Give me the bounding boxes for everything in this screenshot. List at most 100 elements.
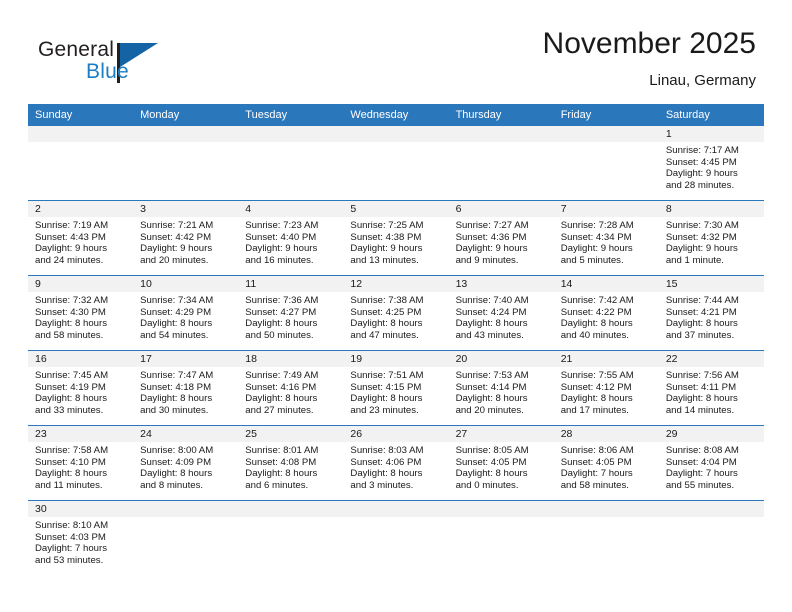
calendar-day-cell[interactable]: 2 Sunrise: 7:19 AM Sunset: 4:43 PM Daylight… — [28, 200, 134, 276]
sunset-time: Sunset: 4:30 PM — [35, 306, 106, 318]
day-cell-inner: 2 Sunrise: 7:19 AM Sunset: 4:43 PM Daylight… — [28, 201, 134, 276]
day-cell-inner: 4 Sunrise: 7:23 AM Sunset: 4:40 PM Daylight… — [238, 201, 344, 276]
calendar-day-cell[interactable]: 23 Sunrise: 7:58 AM Sunset: 4:10 PM Dayligh… — [28, 425, 134, 501]
general-blue-logo[interactable]: General Blue — [38, 38, 188, 90]
sunrise-time: Sunrise: 8:01 AM — [245, 445, 319, 456]
day-cell-inner — [133, 126, 239, 200]
daylight-duration-line1: Daylight: 8 hours — [35, 468, 107, 480]
day-cell-inner: 29 Sunrise: 8:08 AM Sunset: 4:04 PM Dayligh… — [658, 426, 764, 501]
day-cell-inner: 16 Sunrise: 7:45 AM Sunset: 4:19 PM Dayligh… — [28, 351, 134, 426]
sunset-time: Sunset: 4:22 PM — [560, 306, 632, 318]
calendar-day-cell[interactable]: 3 Sunrise: 7:21 AM Sunset: 4:42 PM Daylight… — [133, 200, 239, 276]
calendar-empty-cell — [238, 126, 344, 201]
calendar-day-cell[interactable]: 12 Sunrise: 7:38 AM Sunset: 4:25 PM Dayligh… — [343, 275, 449, 351]
sunset-time: Sunset: 4:08 PM — [245, 456, 317, 468]
daylight-duration-line1: Daylight: 8 hours — [665, 318, 738, 330]
sunrise-time: Sunrise: 7:53 AM — [455, 370, 529, 381]
calendar-day-cell[interactable]: 6 Sunrise: 7:27 AM Sunset: 4:36 PM Daylight… — [448, 200, 554, 276]
calendar-day-cell[interactable]: 15 Sunrise: 7:44 AM Sunset: 4:21 PM Dayligh… — [658, 275, 764, 351]
calendar-day-cell[interactable]: 9 Sunrise: 7:32 AM Sunset: 4:30 PM Daylight… — [28, 275, 134, 351]
page-title: November 2025 — [542, 27, 756, 60]
day-details: Sunrise: 7:21 AM Sunset: 4:42 PM Daylight:… — [133, 217, 238, 266]
sunset-time: Sunset: 4:16 PM — [245, 381, 317, 393]
sunset-time: Sunset: 4:38 PM — [350, 231, 422, 243]
calendar-day-cell[interactable]: 17 Sunrise: 7:47 AM Sunset: 4:18 PM Dayligh… — [133, 350, 239, 426]
day-number: 27 — [448, 426, 554, 442]
day-cell-inner: 5 Sunrise: 7:25 AM Sunset: 4:38 PM Daylight… — [343, 201, 449, 276]
day-details: Sunrise: 7:58 AM Sunset: 4:10 PM Daylight:… — [28, 442, 133, 491]
sunset-time: Sunset: 4:36 PM — [455, 231, 527, 243]
sunrise-time: Sunrise: 7:44 AM — [665, 295, 739, 306]
daylight-duration-line1: Daylight: 8 hours — [140, 318, 213, 330]
calendar-day-cell[interactable]: 20 Sunrise: 7:53 AM Sunset: 4:14 PM Dayligh… — [448, 350, 554, 426]
sunrise-time: Sunrise: 7:38 AM — [350, 295, 424, 306]
day-details: Sunrise: 8:05 AM Sunset: 4:05 PM Daylight:… — [449, 442, 554, 491]
calendar-day-cell[interactable]: 28 Sunrise: 8:06 AM Sunset: 4:05 PM Dayligh… — [553, 425, 659, 501]
day-details: Sunrise: 7:17 AM Sunset: 4:45 PM Daylight:… — [659, 142, 764, 191]
calendar-day-cell[interactable]: 21 Sunrise: 7:55 AM Sunset: 4:12 PM Dayligh… — [553, 350, 659, 426]
page-header: General Blue November 2025 Linau, German… — [0, 0, 792, 104]
calendar-day-cell[interactable]: 16 Sunrise: 7:45 AM Sunset: 4:19 PM Dayligh… — [28, 350, 134, 426]
sunrise-time: Sunrise: 7:25 AM — [350, 220, 424, 231]
day-cell-inner — [133, 501, 239, 575]
calendar-day-cell[interactable]: 30 Sunrise: 8:10 AM Sunset: 4:03 PM Dayligh… — [28, 500, 134, 575]
calendar-day-cell[interactable]: 25 Sunrise: 8:01 AM Sunset: 4:08 PM Dayligh… — [238, 425, 344, 501]
sunset-time: Sunset: 4:09 PM — [140, 456, 212, 468]
daylight-duration-line1: Daylight: 8 hours — [350, 393, 423, 405]
day-details: Sunrise: 7:36 AM Sunset: 4:27 PM Daylight:… — [238, 292, 343, 341]
logo-text-blue: Blue — [86, 60, 129, 83]
daylight-duration-line1: Daylight: 8 hours — [245, 393, 318, 405]
calendar-day-cell[interactable]: 14 Sunrise: 7:42 AM Sunset: 4:22 PM Dayligh… — [553, 275, 659, 351]
calendar-day-cell[interactable]: 1 Sunrise: 7:17 AM Sunset: 4:45 PM Daylight… — [658, 126, 764, 201]
calendar-page: General Blue November 2025 Linau, German… — [0, 0, 792, 612]
day-number: 21 — [553, 351, 659, 367]
sunset-time: Sunset: 4:18 PM — [140, 381, 212, 393]
day-number: 24 — [133, 426, 239, 442]
daylight-duration-line2: and 5 minutes. — [560, 254, 624, 266]
calendar-day-cell[interactable]: 4 Sunrise: 7:23 AM Sunset: 4:40 PM Daylight… — [238, 200, 344, 276]
daylight-duration-line2: and 20 minutes. — [455, 404, 524, 416]
daylight-duration-line2: and 28 minutes. — [665, 179, 735, 191]
sunset-time: Sunset: 4:04 PM — [665, 456, 737, 468]
day-cell-inner: 26 Sunrise: 8:03 AM Sunset: 4:06 PM Dayligh… — [343, 426, 449, 501]
daylight-duration-line1: Daylight: 9 hours — [140, 243, 213, 255]
day-details — [133, 142, 238, 145]
daylight-duration-line1: Daylight: 7 hours — [560, 468, 633, 480]
calendar-day-cell[interactable]: 22 Sunrise: 7:56 AM Sunset: 4:11 PM Dayligh… — [658, 350, 764, 426]
sunrise-time: Sunrise: 7:42 AM — [560, 295, 634, 306]
calendar-day-cell[interactable]: 29 Sunrise: 8:08 AM Sunset: 4:04 PM Dayligh… — [658, 425, 764, 501]
calendar-day-cell[interactable]: 8 Sunrise: 7:30 AM Sunset: 4:32 PM Daylight… — [658, 200, 764, 276]
day-number: 23 — [28, 426, 134, 442]
day-number: 1 — [658, 126, 764, 142]
calendar-day-cell[interactable]: 24 Sunrise: 8:00 AM Sunset: 4:09 PM Dayligh… — [133, 425, 239, 501]
calendar-day-cell[interactable]: 19 Sunrise: 7:51 AM Sunset: 4:15 PM Dayligh… — [343, 350, 449, 426]
day-number: 14 — [553, 276, 659, 292]
calendar-day-cell[interactable]: 26 Sunrise: 8:03 AM Sunset: 4:06 PM Dayligh… — [343, 425, 449, 501]
day-number: 8 — [658, 201, 764, 217]
daylight-duration-line2: and 1 minute. — [665, 254, 724, 266]
calendar-day-cell[interactable]: 27 Sunrise: 8:05 AM Sunset: 4:05 PM Dayligh… — [448, 425, 554, 501]
day-number: 2 — [28, 201, 134, 217]
day-number — [448, 126, 554, 142]
sunrise-time: Sunrise: 7:49 AM — [245, 370, 319, 381]
sunrise-time: Sunrise: 7:58 AM — [35, 445, 109, 456]
calendar-day-cell[interactable]: 11 Sunrise: 7:36 AM Sunset: 4:27 PM Dayligh… — [238, 275, 344, 351]
daylight-duration-line2: and 13 minutes. — [350, 254, 419, 266]
calendar-day-cell[interactable]: 7 Sunrise: 7:28 AM Sunset: 4:34 PM Daylight… — [553, 200, 659, 276]
calendar-empty-cell — [133, 500, 239, 575]
daylight-duration-line2: and 6 minutes. — [245, 479, 309, 491]
calendar-day-cell[interactable]: 13 Sunrise: 7:40 AM Sunset: 4:24 PM Dayligh… — [448, 275, 554, 351]
day-details: Sunrise: 7:51 AM Sunset: 4:15 PM Daylight:… — [343, 367, 448, 416]
sunset-time: Sunset: 4:12 PM — [560, 381, 632, 393]
calendar-day-cell[interactable]: 5 Sunrise: 7:25 AM Sunset: 4:38 PM Daylight… — [343, 200, 449, 276]
daylight-duration-line1: Daylight: 8 hours — [455, 468, 528, 480]
day-details: Sunrise: 7:49 AM Sunset: 4:16 PM Daylight:… — [238, 367, 343, 416]
day-number — [343, 126, 449, 142]
sunrise-time: Sunrise: 8:00 AM — [140, 445, 214, 456]
daylight-duration-line2: and 43 minutes. — [455, 329, 524, 341]
sunrise-time: Sunrise: 7:40 AM — [455, 295, 529, 306]
day-cell-inner: 9 Sunrise: 7:32 AM Sunset: 4:30 PM Daylight… — [28, 276, 134, 351]
calendar-day-cell[interactable]: 10 Sunrise: 7:34 AM Sunset: 4:29 PM Dayligh… — [133, 275, 239, 351]
calendar-day-cell[interactable]: 18 Sunrise: 7:49 AM Sunset: 4:16 PM Dayligh… — [238, 350, 344, 426]
day-cell-inner — [28, 126, 134, 200]
